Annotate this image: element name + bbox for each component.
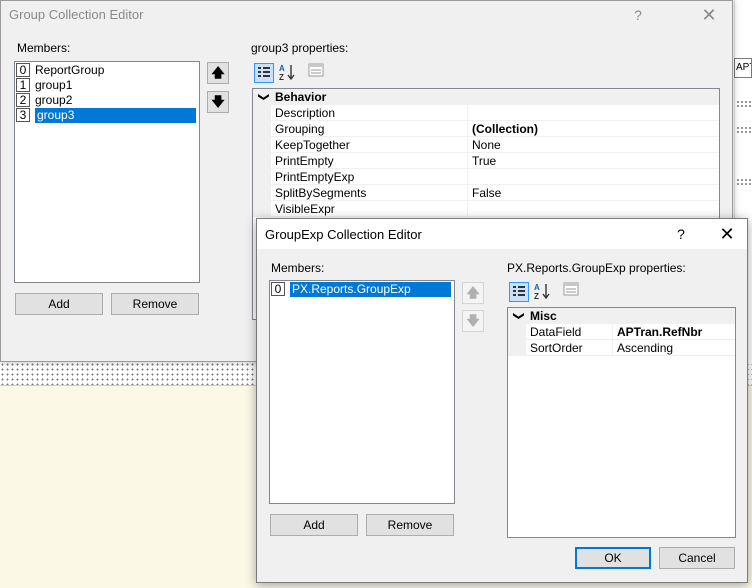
remove-button[interactable]: Remove [366,514,454,536]
dialog-title: Group Collection Editor [9,7,144,22]
list-item[interactable]: 1 group1 [16,78,199,93]
dialog-title: GroupExp Collection Editor [265,227,422,242]
members-label: Members: [271,261,325,275]
property-value[interactable]: True [468,153,496,169]
chevron-down-icon[interactable]: ❯ [511,311,527,320]
member-index: 1 [16,78,30,92]
svg-text:Z: Z [279,73,284,81]
member-name: PX.Reports.GroupExp [290,282,451,297]
member-index: 3 [16,108,30,122]
property-row[interactable]: SplitBySegments False [253,185,719,201]
list-item-selected[interactable]: 0 PX.Reports.GroupExp [271,282,454,297]
cancel-button[interactable]: Cancel [659,547,735,569]
category-name: Behavior [275,90,327,104]
member-index: 0 [271,282,285,296]
property-pages-glyph [563,282,579,296]
property-row[interactable]: DataField APTran.RefNbr [508,324,735,340]
member-name: group1 [35,78,73,92]
dialog-titlebar[interactable]: Group Collection Editor ? ✕ [1,1,732,29]
help-icon[interactable]: ? [670,223,692,245]
property-grid[interactable]: ❯ Misc DataField APTran.RefNbr SortOrder… [507,307,736,538]
property-row[interactable]: VisibleExpr [253,201,719,217]
sort-alpha-icon[interactable]: A Z [277,63,297,83]
property-row[interactable]: SortOrder Ascending [508,340,735,356]
designer-dots [736,178,752,186]
members-list[interactable]: 0 PX.Reports.GroupExp [269,280,455,504]
chevron-down-icon[interactable]: ❯ [256,92,272,101]
list-item-selected[interactable]: 3 group3 [16,108,199,123]
svg-text:A: A [279,64,285,73]
property-value[interactable]: Ascending [613,340,673,356]
dialog-titlebar[interactable]: GroupExp Collection Editor ? ✕ [257,219,747,249]
add-button[interactable]: Add [15,293,103,315]
close-icon[interactable]: ✕ [698,4,720,26]
member-index: 2 [16,93,30,107]
category-row[interactable]: ❯ Misc [508,308,735,324]
property-row[interactable]: Description [253,105,719,121]
designer-dots [736,126,752,134]
designer-field-stub[interactable]: APTr [734,58,752,78]
member-name: group3 [35,108,196,123]
move-up-button[interactable]: 🡅 [462,282,484,304]
properties-label: group3 properties: [251,41,349,55]
arrow-down-icon: 🡇 [211,94,225,109]
properties-label: PX.Reports.GroupExp properties: [507,261,686,275]
categorized-icon[interactable] [509,282,529,302]
designer-dots [736,100,752,108]
member-index: 0 [16,63,30,77]
property-name: SortOrder [530,341,583,355]
list-item[interactable]: 2 group2 [16,93,199,108]
property-value[interactable]: False [468,185,501,201]
property-name: PrintEmptyExp [275,170,355,184]
add-button[interactable]: Add [270,514,358,536]
category-name: Misc [530,309,557,323]
property-name: Description [275,106,336,120]
categorized-glyph [513,286,525,296]
property-row[interactable]: PrintEmpty True [253,153,719,169]
arrow-down-icon: 🡇 [466,313,480,328]
svg-text:Z: Z [534,292,539,300]
categorized-icon[interactable] [254,63,274,83]
svg-text:A: A [534,283,540,292]
property-pages-icon[interactable] [306,63,326,83]
sort-alpha-glyph: A Z [534,283,550,301]
property-pages-glyph [308,63,324,77]
property-name: DataField [530,325,582,339]
property-row[interactable]: KeepTogether None [253,137,719,153]
sort-alpha-glyph: A Z [279,64,295,82]
property-pages-icon[interactable] [561,282,581,302]
property-row[interactable]: PrintEmptyExp [253,169,719,185]
property-name: Grouping [275,122,325,136]
property-value[interactable]: None [468,137,501,153]
member-name: group2 [35,93,73,107]
members-label: Members: [17,41,71,55]
move-up-button[interactable]: 🡅 [207,62,229,84]
property-name: KeepTogether [275,138,350,152]
remove-button[interactable]: Remove [111,293,199,315]
arrow-up-icon: 🡅 [211,65,225,80]
category-row[interactable]: ❯ Behavior [253,89,719,105]
sort-alpha-icon[interactable]: A Z [532,282,552,302]
property-name: PrintEmpty [275,154,334,168]
member-name: ReportGroup [35,63,105,77]
close-icon[interactable]: ✕ [716,223,738,245]
ok-button[interactable]: OK [575,547,651,569]
arrow-up-icon: 🡅 [466,285,480,300]
move-down-button[interactable]: 🡇 [462,310,484,332]
list-item[interactable]: 0 ReportGroup [16,63,199,78]
property-row[interactable]: Grouping (Collection) [253,121,719,137]
property-value[interactable]: (Collection) [468,121,538,137]
property-value[interactable]: APTran.RefNbr [613,324,702,340]
property-name: SplitBySegments [275,186,367,200]
move-down-button[interactable]: 🡇 [207,91,229,113]
categorized-glyph [258,67,270,77]
property-name: VisibleExpr [275,202,335,216]
help-icon[interactable]: ? [627,4,649,26]
members-list[interactable]: 0 ReportGroup 1 group1 2 group2 3 group3 [14,61,200,283]
groupexp-collection-editor-dialog: GroupExp Collection Editor ? ✕ Members: … [256,218,748,583]
